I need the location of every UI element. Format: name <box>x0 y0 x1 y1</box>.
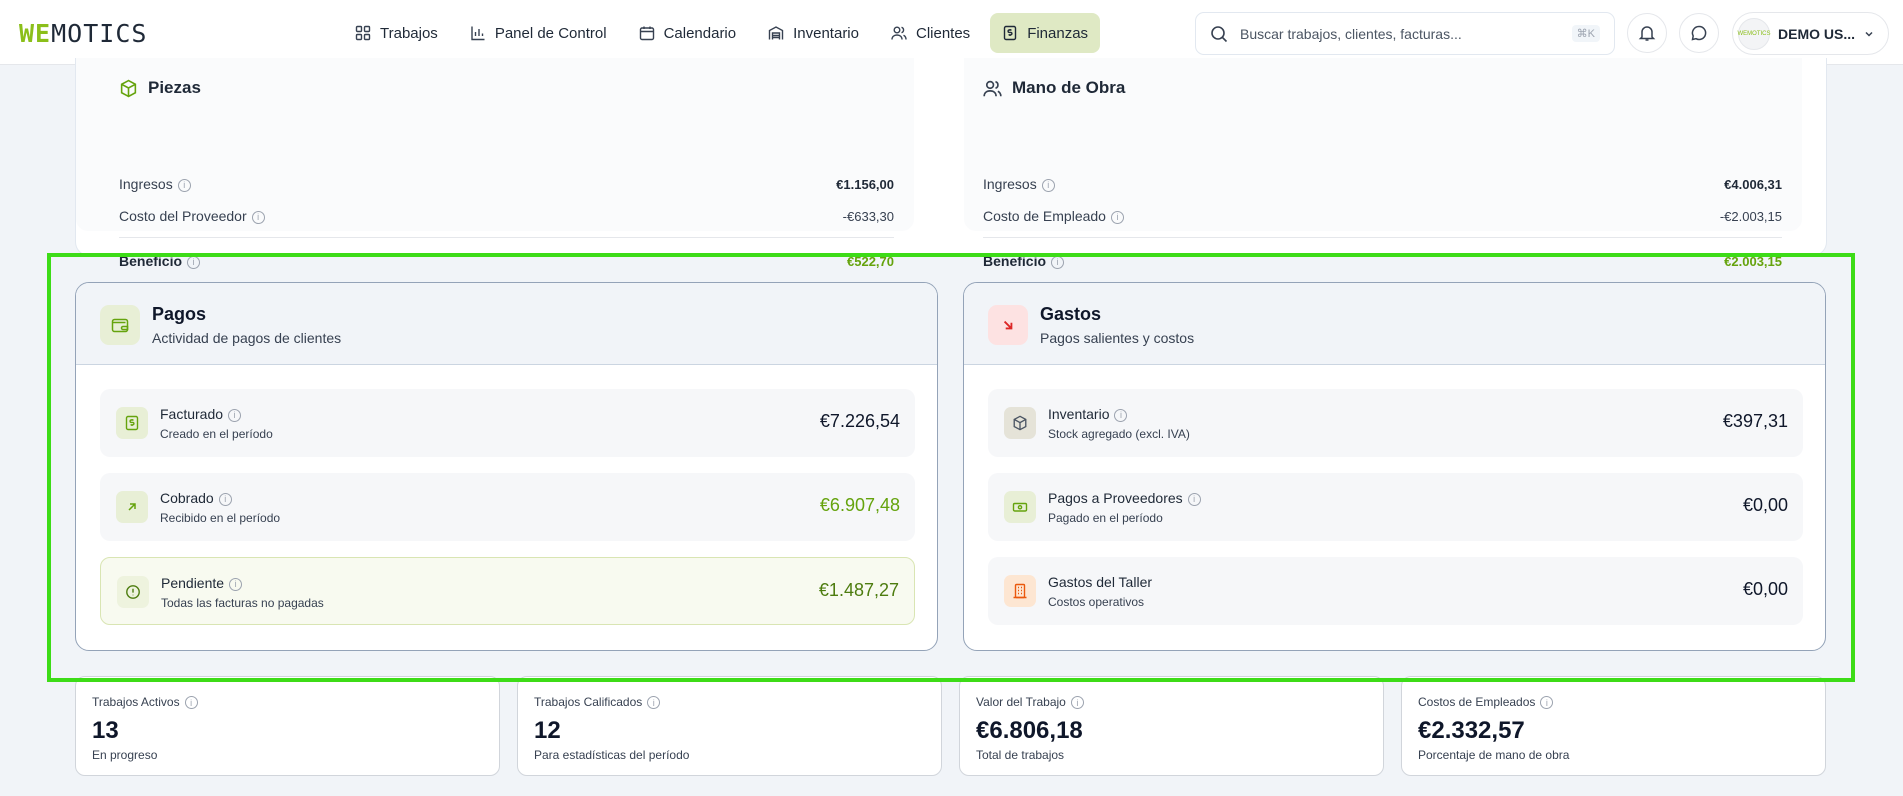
stat-label-text: Trabajos Calificados <box>534 695 643 709</box>
chevron-down-icon <box>1865 31 1873 37</box>
avatar: WEMOTICS <box>1738 17 1771 50</box>
stat-label: Trabajos Activos i <box>92 695 198 710</box>
stat-sub: Para estadísticas del período <box>534 748 690 762</box>
stat-value: €2.332,57 <box>1418 717 1525 744</box>
stat-value: €6.806,18 <box>976 717 1083 744</box>
nav-finanzas[interactable]: Finanzas <box>990 13 1101 53</box>
nav-label: Finanzas <box>1027 24 1089 42</box>
divider <box>119 237 894 238</box>
nav-label: Clientes <box>915 24 971 42</box>
search-box[interactable]: ⌘K <box>1195 12 1615 55</box>
parts-income-row: Ingresos i €1.156,00 <box>119 176 894 192</box>
info-icon[interactable]: i <box>184 696 198 710</box>
parts-profit: Piezas Ingresos i €1.156,00 Costo del Pro… <box>76 58 914 269</box>
calendar-icon <box>639 26 654 41</box>
warehouse-icon <box>768 26 784 40</box>
info-icon[interactable]: i <box>1540 696 1554 710</box>
stat-label-text: Costos de Empleados <box>1418 695 1536 709</box>
profit-breakdown-card: Piezas Ingresos i €1.156,00 Costo del Pro… <box>75 58 1827 269</box>
labor-title: Mano de Obra <box>983 78 1125 98</box>
users-icon <box>891 26 907 40</box>
info-icon[interactable]: i <box>1110 210 1124 224</box>
stat-sub: Porcentaje de mano de obra <box>1418 748 1570 762</box>
nav-label: Calendario <box>663 24 737 42</box>
parts-title-text: Piezas <box>148 78 201 97</box>
labor-cost-row: Costo de Empleado i -€2.003,15 <box>983 208 1782 224</box>
parts-income-label: Ingresos <box>119 176 173 192</box>
labor-profit: Mano de Obra Ingresos i €4.006,31 Costo d… <box>964 58 1802 269</box>
stat-value: 13 <box>92 717 119 744</box>
logo-we: WE <box>19 19 52 48</box>
stat-sub: Total de trabajos <box>976 748 1065 762</box>
nav-clientes[interactable]: Clientes <box>879 13 982 53</box>
info-icon[interactable]: i <box>251 210 265 224</box>
nav-label: Panel de Control <box>494 24 607 42</box>
top-header: WEMOTICS Trabajos Panel de Control Calen… <box>0 0 1903 65</box>
stat-value: 12 <box>534 717 561 744</box>
search-shortcut: ⌘K <box>1571 25 1600 42</box>
grid-icon <box>355 25 371 41</box>
logo-rest: MOTICS <box>51 19 148 48</box>
divider <box>983 237 1782 238</box>
bar-chart-icon <box>471 26 485 41</box>
labor-title-text: Mano de Obra <box>1012 78 1126 97</box>
stat-sub: En progreso <box>92 748 158 762</box>
parts-cost-row: Costo del Proveedor i -€633,30 <box>119 208 894 224</box>
info-icon[interactable]: i <box>647 696 661 710</box>
labor-income-value: €4.006,31 <box>1724 176 1782 192</box>
users-icon <box>983 80 1002 96</box>
user-name: DEMO US... <box>1778 25 1856 42</box>
main-nav: Trabajos Panel de Control Calendario Inv… <box>343 13 1101 53</box>
info-icon[interactable]: i <box>1041 178 1055 192</box>
nav-trabajos[interactable]: Trabajos <box>343 13 450 53</box>
stat-label: Costos de Empleados i <box>1418 695 1554 710</box>
stat-employee-costs: Costos de Empleados i €2.332,57 Porcentaj… <box>1401 676 1826 776</box>
nav-inventario[interactable]: Inventario <box>756 13 871 53</box>
receipt-icon <box>1003 25 1017 41</box>
labor-income-label: Ingresos <box>983 176 1037 192</box>
messages-button[interactable] <box>1679 13 1719 53</box>
stat-label-text: Valor del Trabajo <box>976 695 1066 709</box>
parts-cost-label: Costo del Proveedor <box>119 208 247 224</box>
box-icon <box>120 79 137 97</box>
parts-title: Piezas <box>119 78 201 98</box>
search-icon <box>1211 25 1228 42</box>
highlight-box <box>47 253 1855 682</box>
stat-label-text: Trabajos Activos <box>92 695 180 709</box>
search-input[interactable] <box>1240 25 1560 42</box>
user-menu[interactable]: WEMOTICS DEMO US... <box>1732 12 1889 55</box>
parts-income-value: €1.156,00 <box>836 176 894 192</box>
info-icon[interactable]: i <box>1070 696 1084 710</box>
parts-cost-value: -€633,30 <box>842 208 894 224</box>
labor-cost-value: -€2.003,15 <box>1719 208 1782 224</box>
stat-label: Trabajos Calificados i <box>534 695 661 710</box>
info-icon[interactable]: i <box>177 178 191 192</box>
nav-calendario[interactable]: Calendario <box>627 13 749 53</box>
bell-icon <box>1638 26 1656 41</box>
logo[interactable]: WEMOTICS <box>19 19 147 48</box>
nav-label: Inventario <box>793 24 859 42</box>
stat-active-jobs: Trabajos Activos i 13 En progreso <box>75 676 500 776</box>
labor-cost-label: Costo de Empleado <box>983 208 1106 224</box>
nav-panel-control[interactable]: Panel de Control <box>458 13 619 53</box>
stat-job-value: Valor del Trabajo i €6.806,18 Total de tr… <box>959 676 1384 776</box>
labor-income-row: Ingresos i €4.006,31 <box>983 176 1782 192</box>
notifications-button[interactable] <box>1627 13 1667 53</box>
stat-qualified-jobs: Trabajos Calificados i 12 Para estadístic… <box>517 676 942 776</box>
nav-label: Trabajos <box>380 24 438 42</box>
chat-icon <box>1691 25 1707 41</box>
stat-label: Valor del Trabajo i <box>976 695 1084 710</box>
